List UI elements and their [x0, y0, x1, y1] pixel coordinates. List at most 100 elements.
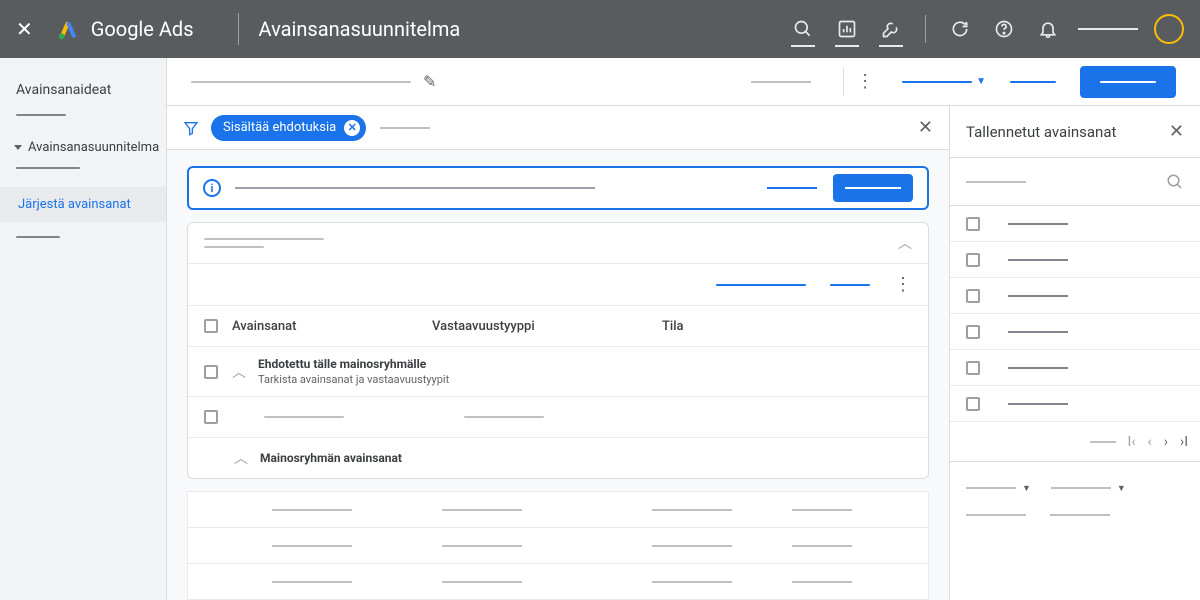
item-checkbox[interactable]: [966, 289, 980, 303]
brand-label: Google Ads: [91, 17, 194, 41]
list-item[interactable]: [950, 278, 1200, 314]
sidebar-item-placeholder[interactable]: [16, 167, 80, 169]
avatar[interactable]: [1154, 14, 1184, 44]
plan-name-placeholder: [191, 81, 411, 83]
table-header-row: Avainsanat Vastaavuustyyppi Tila: [188, 306, 928, 346]
chevron-up-icon[interactable]: ︿: [898, 233, 912, 253]
list-item[interactable]: [950, 242, 1200, 278]
pager-last-icon[interactable]: ›I: [1180, 434, 1188, 450]
panel-search-row: [950, 158, 1200, 206]
tools-icon[interactable]: [875, 13, 907, 45]
search-icon[interactable]: [787, 13, 819, 45]
vertical-divider: [238, 13, 239, 45]
cell-placeholder: [264, 416, 344, 418]
sidebar-group[interactable]: Avainsanasuunnitelma: [0, 134, 166, 161]
sidebar-item-placeholder[interactable]: [16, 236, 60, 238]
panel-button-placeholder[interactable]: [966, 514, 1026, 516]
account-label-placeholder: [1078, 28, 1138, 30]
panel-list: [950, 206, 1200, 422]
more-icon[interactable]: ⋮: [894, 274, 912, 295]
sidebar-item-organize-keywords[interactable]: Järjestä avainsanat: [0, 187, 166, 222]
chevron-down-icon: ▼: [976, 76, 986, 87]
panel-pager: I‹ ‹ › ›I: [950, 422, 1200, 462]
table-row: [188, 563, 928, 599]
info-icon: i: [203, 179, 221, 197]
list-item[interactable]: [950, 386, 1200, 422]
chevron-up-icon[interactable]: ︿: [234, 448, 248, 468]
notifications-icon[interactable]: [1032, 13, 1064, 45]
top-bar: ✕ Google Ads Avainsanasuunnitelma: [0, 0, 1200, 58]
reports-icon[interactable]: [831, 13, 863, 45]
filter-bar: Sisältää ehdotuksia ✕ ✕: [167, 106, 949, 150]
panel-button-placeholder[interactable]: [1050, 514, 1110, 516]
filter-chip-label: Sisältää ehdotuksia: [223, 120, 336, 135]
table-row: [188, 397, 928, 437]
col-status: Tila: [662, 319, 684, 334]
pager-prev-icon[interactable]: ‹: [1148, 434, 1152, 450]
cell-placeholder: [464, 416, 544, 418]
table-row: [188, 491, 928, 527]
refresh-icon[interactable]: [944, 13, 976, 45]
sidebar-heading[interactable]: Avainsanaideat: [0, 76, 166, 108]
info-banner: i: [187, 166, 929, 210]
google-ads-logo-icon: [57, 18, 79, 40]
search-placeholder: [966, 181, 1026, 183]
toolbar-link-2[interactable]: [1010, 81, 1056, 83]
info-link-placeholder[interactable]: [767, 187, 817, 189]
group-title: Ehdotettu tälle mainosryhmälle: [258, 357, 449, 371]
list-item[interactable]: [950, 314, 1200, 350]
chevron-down-icon: ▼: [1022, 483, 1031, 494]
panel-dropdown-1[interactable]: ▼: [966, 483, 1031, 494]
chevron-up-icon[interactable]: ︿: [232, 362, 246, 382]
filter-icon[interactable]: [183, 120, 199, 136]
vertical-divider: [843, 68, 844, 96]
filter-chip[interactable]: Sisältää ehdotuksia ✕: [211, 115, 366, 141]
card-link-placeholder[interactable]: [716, 284, 806, 286]
item-checkbox[interactable]: [966, 217, 980, 231]
list-item[interactable]: [950, 350, 1200, 386]
filter-bar-close-icon[interactable]: ✕: [918, 117, 933, 138]
card-link-placeholder[interactable]: [830, 284, 870, 286]
more-icon[interactable]: ⋮: [856, 71, 874, 92]
primary-action-button[interactable]: [1080, 66, 1176, 98]
vertical-divider: [925, 15, 926, 43]
pager-first-icon[interactable]: I‹: [1128, 434, 1136, 450]
table-group-row: ︿ Ehdotettu tälle mainosryhmälle Tarkist…: [188, 347, 928, 396]
info-text-placeholder: [235, 187, 595, 189]
toolbar-link-1[interactable]: ▼: [902, 76, 986, 87]
caret-down-icon: [14, 145, 22, 150]
add-filter-placeholder[interactable]: [380, 127, 430, 129]
toolbar: ✎ ⋮ ▼: [167, 58, 1200, 106]
col-match-type: Vastaavuustyyppi: [432, 319, 662, 334]
item-checkbox[interactable]: [966, 397, 980, 411]
panel-title: Tallennetut avainsanat: [966, 123, 1169, 141]
card-actions-row: ⋮: [188, 264, 928, 305]
item-checkbox[interactable]: [966, 325, 980, 339]
table-group-row: ︿ Mainosryhmän avainsanat: [188, 438, 928, 478]
row-checkbox[interactable]: [204, 365, 218, 379]
edit-icon[interactable]: ✎: [423, 72, 436, 91]
close-icon[interactable]: ✕: [16, 17, 33, 41]
help-icon[interactable]: [988, 13, 1020, 45]
chip-remove-icon[interactable]: ✕: [344, 120, 360, 136]
item-checkbox[interactable]: [966, 253, 980, 267]
info-action-button[interactable]: [833, 174, 913, 202]
row-checkbox[interactable]: [204, 410, 218, 424]
panel-dropdown-2[interactable]: ▼: [1051, 483, 1126, 494]
sidebar-item-placeholder[interactable]: [16, 114, 66, 116]
panel-close-icon[interactable]: ✕: [1169, 121, 1184, 142]
panel-bottom: ▼ ▼: [950, 462, 1200, 528]
group-title: Mainosryhmän avainsanat: [260, 451, 402, 465]
search-icon[interactable]: [1166, 173, 1184, 191]
card-header-row: ︿: [188, 223, 928, 263]
select-all-checkbox[interactable]: [204, 319, 218, 333]
sidebar: Avainsanaideat Avainsanasuunnitelma Järj…: [0, 58, 167, 600]
pager-next-icon[interactable]: ›: [1164, 434, 1168, 450]
chevron-down-icon: ▼: [1117, 483, 1126, 494]
item-checkbox[interactable]: [966, 361, 980, 375]
page-title: Avainsanasuunnitelma: [259, 17, 461, 41]
table-row: [188, 527, 928, 563]
list-item[interactable]: [950, 206, 1200, 242]
group-subtitle: Tarkista avainsanat ja vastaavuustyypit: [258, 373, 449, 386]
toolbar-label-placeholder: [751, 81, 811, 83]
